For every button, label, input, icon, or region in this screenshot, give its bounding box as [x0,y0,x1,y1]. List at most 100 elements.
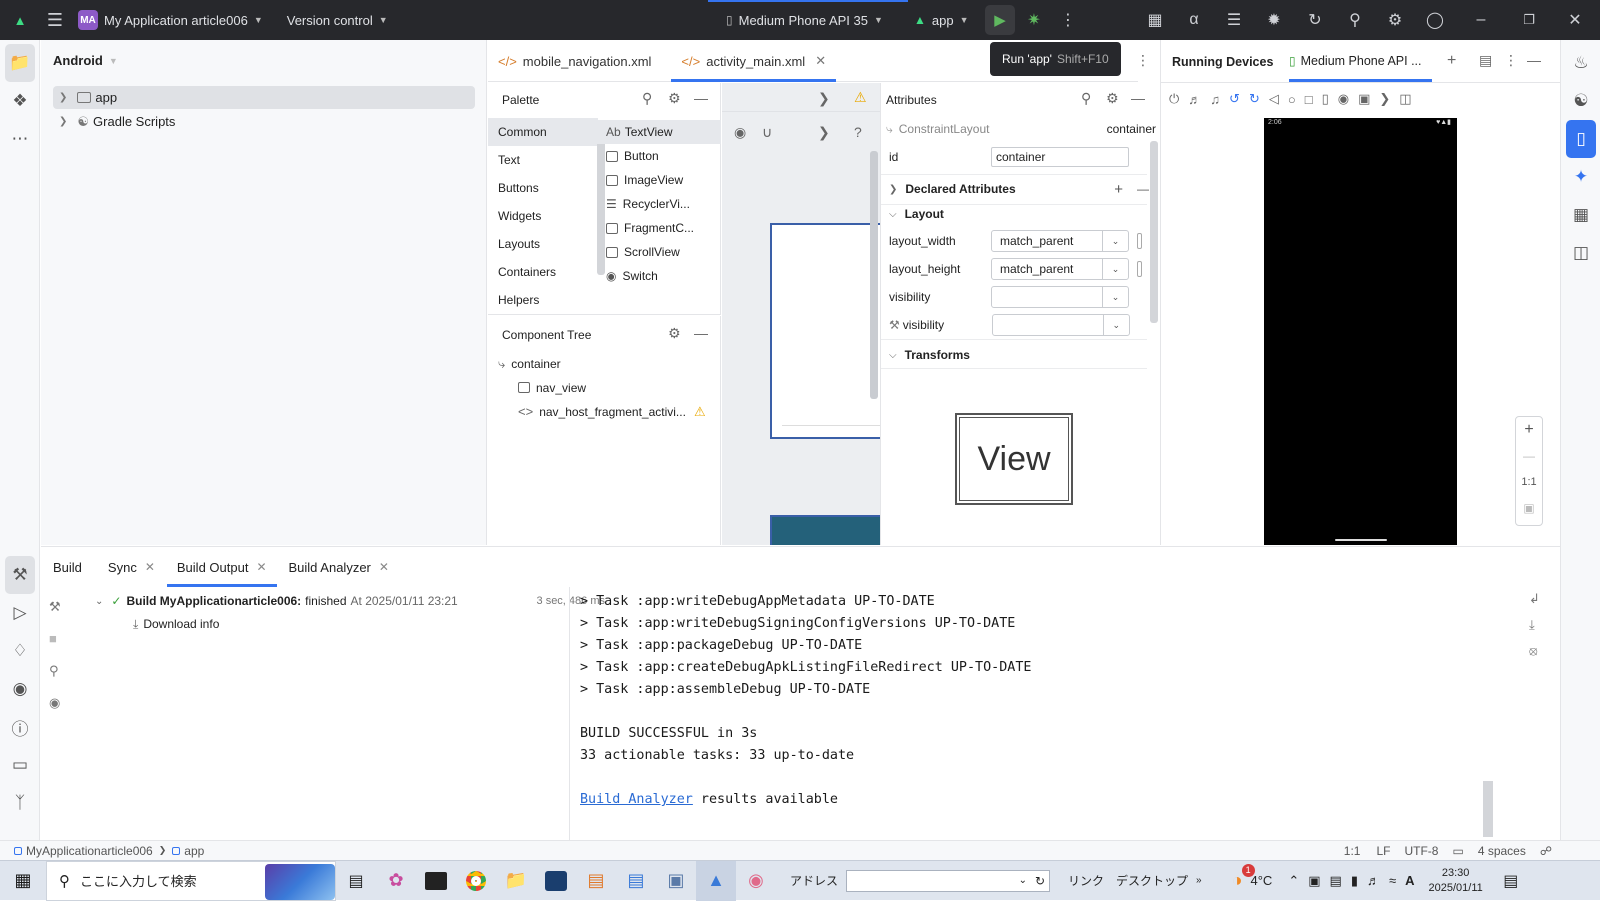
android-studio-taskbar-icon[interactable]: ▲ [696,860,736,901]
tab-build-output[interactable]: Build Output ✕ [166,547,277,587]
tray-chevron-up-icon[interactable]: ⌃ [1288,873,1299,889]
links-toolbar-label[interactable]: リンク [1068,872,1104,889]
zoom-actual-button[interactable]: 1:1 [1516,469,1542,495]
breadcrumb-module[interactable]: app [184,844,204,858]
main-menu-icon[interactable]: ☰ [40,5,70,35]
palette-item-scrollview[interactable]: ScrollView [596,240,721,264]
gemini-icon[interactable]: ✦ [1561,158,1600,196]
magnet-icon[interactable]: ∪ [762,124,772,141]
tools-visibility-dropdown[interactable]: ⌄ [991,314,1130,336]
scroll-to-end-icon[interactable]: ⤓ [1529,617,1540,643]
running-devices-icon[interactable]: ▯ [1566,120,1596,158]
resource-picker-icon[interactable] [1137,233,1142,249]
restore-icon[interactable]: ❐ [1514,5,1544,35]
zoom-fit-icon[interactable]: ▣ [1516,495,1542,521]
debug-icon[interactable]: ✷ [1019,5,1049,35]
device-selector[interactable]: ▯ Medium Phone API 35 ▼ [726,10,883,30]
resource-manager-icon[interactable]: ❖ [0,82,40,120]
translate-icon[interactable]: α [1179,5,1209,35]
eye-icon[interactable]: ◉ [49,695,69,727]
hide-icon[interactable]: — [1131,90,1145,106]
terminal-app-icon[interactable] [416,861,456,901]
device-mirroring-icon[interactable]: ◫ [1561,234,1600,272]
palette-category-widgets[interactable]: Widgets [488,202,598,230]
remove-attribute-icon[interactable]: — [1137,182,1149,196]
layout-section[interactable]: ⌵ Layout [889,200,1149,228]
ime-icon[interactable]: A [1405,873,1414,888]
rotate-left-icon[interactable]: ↺ [1229,91,1240,107]
project-selector[interactable]: MA My Application article006 ▼ [78,10,263,30]
tree-item-app[interactable]: ❯ app [53,86,475,109]
back-icon[interactable]: ◁ [1269,91,1279,107]
screenshot-icon[interactable]: ◉ [1338,91,1349,107]
device-file-explorer-icon[interactable]: ▦ [1561,196,1600,234]
wifi-icon[interactable]: ≈ [1389,873,1396,888]
close-tab-icon[interactable]: ✕ [815,53,826,69]
project-view-selector[interactable]: Android ▼ [53,53,118,68]
pin-icon[interactable]: ⚲ [49,663,69,695]
transforms-section[interactable]: ⌵ Transforms [889,341,1149,369]
id-input[interactable]: container [991,147,1129,167]
tab-activity-main[interactable]: </> activity_main.xml ✕ [671,40,837,82]
tree-item-gradle-scripts[interactable]: ❯ ☯ Gradle Scripts [53,110,175,133]
task-view-icon[interactable]: ▤ [336,861,376,901]
layout-height-dropdown[interactable]: match_parent ⌄ [991,258,1129,280]
screen-record-icon[interactable]: ▣ [1358,91,1370,107]
warning-icon[interactable]: ⚠ [854,89,867,106]
run-config-selector[interactable]: ▲ app ▼ [914,10,969,30]
design-canvas[interactable]: ❯ ⚠ ◉ ∪ ❯ ? [722,83,880,545]
more-icon[interactable]: ⋮ [1504,52,1518,69]
build-result-row[interactable]: ⌄ ✓ Build MyApplicationarticle006: finis… [95,591,605,611]
notepad-icon[interactable]: ▤ [616,861,656,901]
component-nav-view[interactable]: nav_view [518,376,586,399]
read-only-icon[interactable]: ▭ [1452,844,1463,858]
resource-picker-icon[interactable] [1137,261,1142,277]
palette-item-textview[interactable]: Ab TextView [596,120,721,144]
line-separator[interactable]: LF [1376,844,1390,858]
windows-start-icon[interactable]: ▦ [0,861,46,901]
canvas-scrollbar[interactable] [870,151,878,399]
help-icon[interactable]: ? [854,124,862,140]
download-info-row[interactable]: ⤓ Download info [133,614,219,634]
search-icon[interactable]: ⚲ [642,90,652,107]
palette-category-layouts[interactable]: Layouts [488,230,598,258]
problems-icon[interactable]: ⓘ [0,708,40,746]
chevron-right-icon[interactable]: ❯ [818,90,830,107]
palette-category-common[interactable]: Common [488,118,598,146]
search-icon[interactable]: ⚲ [1340,5,1370,35]
palette-item-button[interactable]: Button [596,144,721,168]
zoom-out-icon[interactable]: — [1516,443,1542,469]
component-container[interactable]: ⤷ container [498,352,561,375]
weather-widget[interactable]: ◑ 1 4°C [1232,864,1272,891]
git-branch-icon[interactable]: ᛉ [0,784,40,822]
palette-item-fragmentcontainer[interactable]: FragmentC... [596,216,721,240]
build-output-console[interactable]: > Task :app:writeDebugAppMetadata UP-TO-… [580,591,1480,811]
minimize-icon[interactable]: – [1466,5,1496,35]
palette-category-containers[interactable]: Containers [488,258,598,286]
prime-video-icon[interactable] [536,861,576,901]
run-tool-icon[interactable]: ▷ [0,594,40,632]
terminal-icon[interactable]: ▭ [0,746,40,784]
hide-icon[interactable]: — [1527,52,1541,68]
device-manager-icon[interactable]: ▦ [1140,5,1170,35]
run-icon[interactable]: ▶ [985,5,1015,35]
lock-icon[interactable]: ☍ [1540,844,1552,858]
design-phone-preview[interactable] [770,223,880,439]
breadcrumb-project[interactable]: MyApplicationarticle006 [26,844,153,858]
search-icon[interactable]: ⚲ [1081,90,1091,107]
stop-icon[interactable]: ■ [49,631,69,663]
caret-position[interactable]: 1:1 [1344,844,1361,858]
palette-category-buttons[interactable]: Buttons [488,174,598,202]
component-nav-host-fragment[interactable]: <> nav_host_fragment_activi... ⚠ [518,400,706,423]
gear-icon[interactable]: ⚙ [1106,90,1119,107]
palette-item-imageview[interactable]: ImageView [596,168,721,192]
chevron-down-icon[interactable]: ⌄ [1019,875,1027,886]
volume-icon[interactable]: ♬ [1367,873,1380,888]
eye-icon[interactable]: ◉ [734,124,746,141]
warning-icon[interactable]: ⚠ [694,404,706,420]
editor-more-icon[interactable]: ⋮ [1136,52,1150,69]
desktop-toolbar-label[interactable]: デスクトップ [1116,872,1188,889]
taskbar-search[interactable]: ⚲ ここに入力して検索 [46,860,336,901]
logcat-icon[interactable]: ☰ [1219,5,1249,35]
tab-mobile-navigation[interactable]: </> mobile_navigation.xml [488,40,661,82]
